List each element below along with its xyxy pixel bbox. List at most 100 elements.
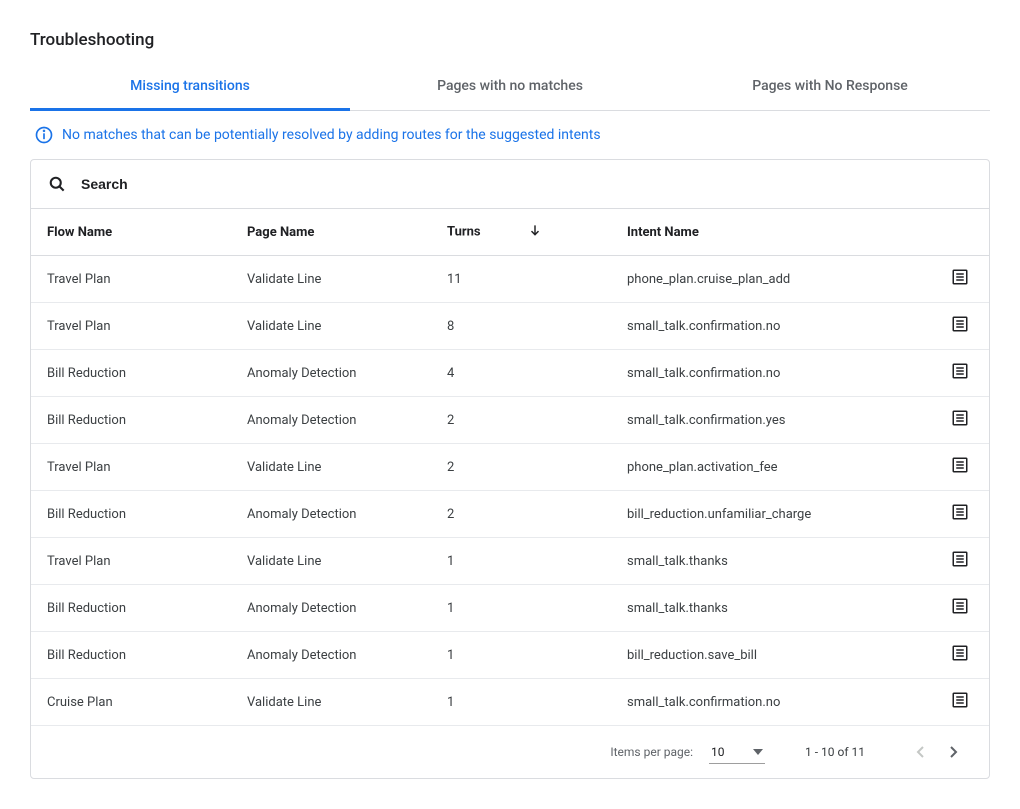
- cell-page: Anomaly Detection: [231, 350, 431, 397]
- search-icon: [47, 174, 67, 194]
- page-size-select[interactable]: 10: [709, 741, 765, 764]
- table-row: Travel PlanValidate Line2phone_plan.acti…: [31, 444, 989, 491]
- cell-intent: small_talk.confirmation.no: [611, 350, 935, 397]
- page-title: Troubleshooting: [30, 30, 990, 50]
- cell-intent: phone_plan.activation_fee: [611, 444, 935, 491]
- search-row: [31, 160, 989, 209]
- cell-page: Anomaly Detection: [231, 632, 431, 679]
- page-size-value: 10: [711, 745, 725, 759]
- tab-pages-no-response[interactable]: Pages with No Response: [670, 66, 990, 111]
- table-row: Travel PlanValidate Line1small_talk.than…: [31, 538, 989, 585]
- list-icon: [951, 362, 969, 380]
- details-button[interactable]: [951, 456, 969, 474]
- col-flow[interactable]: Flow Name: [31, 209, 231, 256]
- cell-page: Anomaly Detection: [231, 585, 431, 632]
- table-row: Bill ReductionAnomaly Detection1bill_red…: [31, 632, 989, 679]
- col-intent[interactable]: Intent Name: [611, 209, 935, 256]
- col-page[interactable]: Page Name: [231, 209, 431, 256]
- table-row: Bill ReductionAnomaly Detection2bill_red…: [31, 491, 989, 538]
- details-button[interactable]: [951, 268, 969, 286]
- tabs: Missing transitions Pages with no matche…: [30, 66, 990, 111]
- page-range: 1 - 10 of 11: [805, 745, 865, 759]
- table-row: Bill ReductionAnomaly Detection1small_ta…: [31, 585, 989, 632]
- cell-flow: Travel Plan: [31, 256, 231, 303]
- tab-missing-transitions[interactable]: Missing transitions: [30, 66, 350, 111]
- table-row: Bill ReductionAnomaly Detection4small_ta…: [31, 350, 989, 397]
- cell-flow: Travel Plan: [31, 538, 231, 585]
- prev-page-button[interactable]: [905, 736, 937, 768]
- cell-page: Validate Line: [231, 538, 431, 585]
- cell-page: Validate Line: [231, 256, 431, 303]
- cell-turns: 2: [431, 491, 611, 538]
- col-turns[interactable]: Turns: [431, 209, 611, 256]
- details-button[interactable]: [951, 362, 969, 380]
- caret-down-icon: [753, 749, 763, 755]
- cell-intent: small_talk.confirmation.yes: [611, 397, 935, 444]
- cell-flow: Travel Plan: [31, 303, 231, 350]
- details-button[interactable]: [951, 550, 969, 568]
- list-icon: [951, 456, 969, 474]
- cell-intent: small_talk.thanks: [611, 585, 935, 632]
- details-button[interactable]: [951, 503, 969, 521]
- items-per-page-label: Items per page:: [610, 745, 693, 759]
- details-button[interactable]: [951, 597, 969, 615]
- table-row: Travel PlanValidate Line11phone_plan.cru…: [31, 256, 989, 303]
- sort-desc-icon: [528, 223, 542, 241]
- list-icon: [951, 597, 969, 615]
- cell-page: Validate Line: [231, 444, 431, 491]
- cell-intent: small_talk.confirmation.no: [611, 303, 935, 350]
- tab-pages-no-matches[interactable]: Pages with no matches: [350, 66, 670, 111]
- next-page-button[interactable]: [937, 736, 969, 768]
- list-icon: [951, 503, 969, 521]
- results-table: Flow Name Page Name Turns Intent Name Tr…: [31, 209, 989, 725]
- search-input[interactable]: [81, 176, 973, 192]
- table-row: Cruise PlanValidate Line1small_talk.conf…: [31, 679, 989, 726]
- cell-flow: Bill Reduction: [31, 585, 231, 632]
- table-row: Bill ReductionAnomaly Detection2small_ta…: [31, 397, 989, 444]
- info-icon: [34, 125, 54, 145]
- cell-turns: 1: [431, 632, 611, 679]
- cell-turns: 8: [431, 303, 611, 350]
- cell-flow: Cruise Plan: [31, 679, 231, 726]
- col-actions: [935, 209, 989, 256]
- chevron-right-icon: [948, 746, 958, 758]
- list-icon: [951, 268, 969, 286]
- details-button[interactable]: [951, 644, 969, 662]
- list-icon: [951, 644, 969, 662]
- cell-intent: small_talk.confirmation.no: [611, 679, 935, 726]
- info-banner: No matches that can be potentially resol…: [30, 111, 990, 159]
- details-button[interactable]: [951, 691, 969, 709]
- cell-flow: Travel Plan: [31, 444, 231, 491]
- details-button[interactable]: [951, 315, 969, 333]
- cell-turns: 11: [431, 256, 611, 303]
- cell-turns: 1: [431, 538, 611, 585]
- cell-flow: Bill Reduction: [31, 397, 231, 444]
- table-row: Travel PlanValidate Line8small_talk.conf…: [31, 303, 989, 350]
- cell-flow: Bill Reduction: [31, 491, 231, 538]
- list-icon: [951, 409, 969, 427]
- cell-turns: 2: [431, 444, 611, 491]
- cell-intent: phone_plan.cruise_plan_add: [611, 256, 935, 303]
- cell-page: Anomaly Detection: [231, 397, 431, 444]
- cell-page: Validate Line: [231, 679, 431, 726]
- cell-turns: 1: [431, 679, 611, 726]
- list-icon: [951, 550, 969, 568]
- cell-intent: bill_reduction.unfamiliar_charge: [611, 491, 935, 538]
- chevron-left-icon: [916, 746, 926, 758]
- cell-intent: small_talk.thanks: [611, 538, 935, 585]
- results-card: Flow Name Page Name Turns Intent Name Tr…: [30, 159, 990, 779]
- cell-intent: bill_reduction.save_bill: [611, 632, 935, 679]
- col-turns-label: Turns: [447, 224, 481, 239]
- cell-turns: 4: [431, 350, 611, 397]
- cell-turns: 2: [431, 397, 611, 444]
- list-icon: [951, 315, 969, 333]
- details-button[interactable]: [951, 409, 969, 427]
- cell-flow: Bill Reduction: [31, 632, 231, 679]
- list-icon: [951, 691, 969, 709]
- paginator: Items per page: 10 1 - 10 of 11: [31, 725, 989, 778]
- cell-turns: 1: [431, 585, 611, 632]
- cell-flow: Bill Reduction: [31, 350, 231, 397]
- cell-page: Validate Line: [231, 303, 431, 350]
- cell-page: Anomaly Detection: [231, 491, 431, 538]
- info-text: No matches that can be potentially resol…: [62, 127, 601, 143]
